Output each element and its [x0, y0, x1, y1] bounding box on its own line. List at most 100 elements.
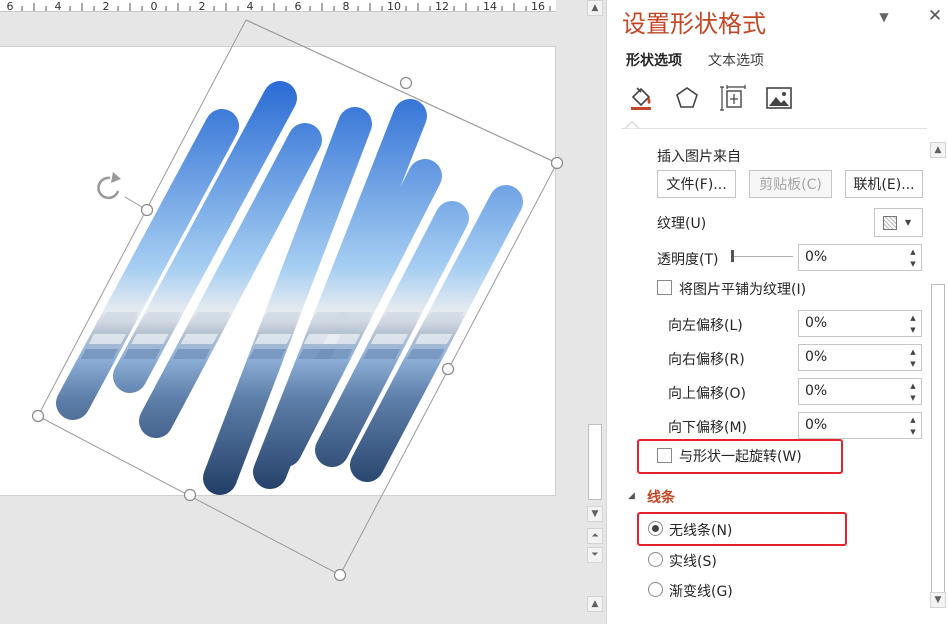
landscape-patch [382, 312, 420, 322]
spin-up-icon[interactable]: ▲ [907, 346, 919, 357]
spin-up-icon[interactable]: ▲ [907, 312, 919, 323]
solid-line-radio[interactable] [648, 552, 663, 567]
landscape-patch [407, 349, 445, 359]
landscape-patch [143, 312, 181, 322]
pane-vertical-scrollbar[interactable]: ▲ ▼ [929, 140, 947, 610]
landscape-patch [334, 312, 372, 322]
offset-bottom-spinner[interactable]: 0% ▲ ▼ [798, 412, 922, 439]
transparency-value[interactable]: 0% [805, 249, 827, 265]
picture-icon[interactable] [765, 84, 793, 112]
slider-thumb[interactable] [731, 250, 734, 262]
landscape-patch [426, 312, 464, 322]
offset-right-spinner[interactable]: 0% ▲ ▼ [798, 344, 922, 371]
insert-from-label: 插入图片来自 [657, 149, 741, 165]
resize-handle[interactable] [183, 488, 197, 502]
spin-up-icon[interactable]: ▲ [907, 246, 919, 257]
landscape-patch [172, 349, 211, 359]
chevron-down-icon[interactable]: ▼ [875, 8, 893, 26]
no-line-label: 无线条(N) [669, 523, 733, 539]
tab-text-options[interactable]: 文本选项 [708, 50, 764, 70]
stripe-group [56, 81, 523, 495]
clipboard-button[interactable]: 剪贴板(C) [749, 170, 832, 198]
scroll-down-icon[interactable]: ▼ [587, 506, 603, 522]
spin-up-icon[interactable]: ▲ [907, 414, 919, 425]
resize-handle[interactable] [550, 156, 564, 170]
landscape-patch [262, 312, 301, 322]
offset-bottom-value[interactable]: 0% [805, 417, 827, 433]
fill-line-icon[interactable] [627, 84, 655, 112]
no-line-radio[interactable] [648, 521, 663, 536]
rotate-with-shape-checkbox[interactable] [657, 448, 672, 463]
spin-down-icon[interactable]: ▼ [907, 258, 919, 269]
transparency-label: 透明度(T) [657, 252, 719, 268]
spin-down-icon[interactable]: ▼ [907, 358, 919, 369]
offset-top-spinner[interactable]: 0% ▲ ▼ [798, 378, 922, 405]
rotated-picture-shape[interactable] [0, 0, 584, 624]
landscape-patch [414, 334, 453, 344]
landscape-patch [80, 349, 119, 359]
next-slide-icon[interactable]: ⏷ [587, 547, 603, 563]
landscape-patch [192, 312, 230, 322]
scroll-up-icon[interactable]: ▲ [587, 0, 603, 16]
gradient-line-radio[interactable] [648, 582, 663, 597]
texture-dropdown[interactable]: ▼ [874, 208, 923, 237]
format-shape-pane: 设置形状格式 ▼ ✕ 形状选项 文本选项 插入图片来自 文件(F)... 剪贴板… [606, 0, 948, 624]
resize-handle[interactable] [140, 203, 154, 217]
resize-handle[interactable] [399, 76, 413, 90]
landscape-patch [131, 334, 169, 344]
texture-swatch-icon [883, 215, 897, 230]
spin-up-icon[interactable]: ▲ [907, 380, 919, 391]
scroll-thumb[interactable] [588, 424, 602, 500]
landscape-patch [100, 312, 138, 322]
scroll-thumb[interactable] [931, 284, 945, 594]
offset-right-value[interactable]: 0% [805, 349, 827, 365]
landscape-patch [363, 349, 401, 359]
spin-down-icon[interactable]: ▼ [907, 392, 919, 403]
offset-left-spinner[interactable]: 0% ▲ ▼ [798, 310, 922, 337]
landscape-patch [315, 349, 353, 359]
line-section-title[interactable]: 线条 [647, 487, 675, 507]
resize-handle[interactable] [31, 409, 45, 423]
landscape-patch [370, 334, 409, 344]
tile-picture-label: 将图片平铺为纹理(I) [679, 282, 807, 298]
previous-slide-icon[interactable]: ⏶ [587, 528, 603, 544]
file-button[interactable]: 文件(F)... [657, 170, 736, 198]
collapse-triangle-icon[interactable]: ◢ [628, 491, 635, 501]
transparency-spinner[interactable]: 0% ▲ ▼ [798, 244, 922, 271]
online-button[interactable]: 联机(E)... [845, 170, 923, 198]
tab-shape-options[interactable]: 形状选项 [626, 50, 682, 70]
solid-line-label: 实线(S) [669, 554, 717, 570]
offset-top-value[interactable]: 0% [805, 383, 827, 399]
canvas-vertical-scrollbar[interactable]: ▲ ▼ ⏶ ⏷ ▲ [586, 0, 604, 624]
slide-editing-area[interactable]: 6 4 2 0 2 4 6 8 10 12 14 16 [0, 0, 584, 624]
scroll-up-icon[interactable]: ▲ [930, 142, 946, 158]
resize-handle[interactable] [333, 568, 347, 582]
rotate-handle-icon[interactable] [97, 172, 121, 200]
spin-down-icon[interactable]: ▼ [907, 426, 919, 437]
size-properties-icon[interactable] [719, 84, 747, 112]
gradient-line-label: 渐变线(G) [669, 584, 733, 600]
texture-label: 纹理(U) [657, 216, 707, 232]
effects-pentagon-icon[interactable] [673, 84, 701, 112]
landscape-patch [180, 334, 219, 344]
close-icon[interactable]: ✕ [925, 6, 945, 26]
landscape-patch [248, 349, 287, 359]
transparency-slider[interactable] [731, 246, 793, 268]
pane-title: 设置形状格式 [622, 10, 766, 38]
offset-bottom-label: 向下偏移(M) [668, 420, 748, 436]
offset-left-value[interactable]: 0% [805, 315, 827, 331]
scroll-down-icon[interactable]: ▼ [930, 592, 946, 608]
resize-handle[interactable] [441, 362, 455, 376]
pane-content: 插入图片来自 文件(F)... 剪贴板(C) 联机(E)... 纹理(U) ▼ … [607, 140, 929, 624]
landscape-patch [123, 349, 161, 359]
tile-picture-checkbox[interactable] [657, 280, 672, 295]
scroll-up-icon[interactable]: ▲ [587, 596, 603, 612]
divider [621, 128, 927, 129]
landscape-patch [323, 334, 361, 344]
landscape-patch [88, 334, 127, 344]
offset-right-label: 向右偏移(R) [668, 352, 745, 368]
chevron-down-icon: ▼ [905, 218, 912, 227]
landscape-patch [254, 334, 292, 344]
spin-down-icon[interactable]: ▼ [907, 324, 919, 335]
offset-left-label: 向左偏移(L) [668, 318, 743, 334]
